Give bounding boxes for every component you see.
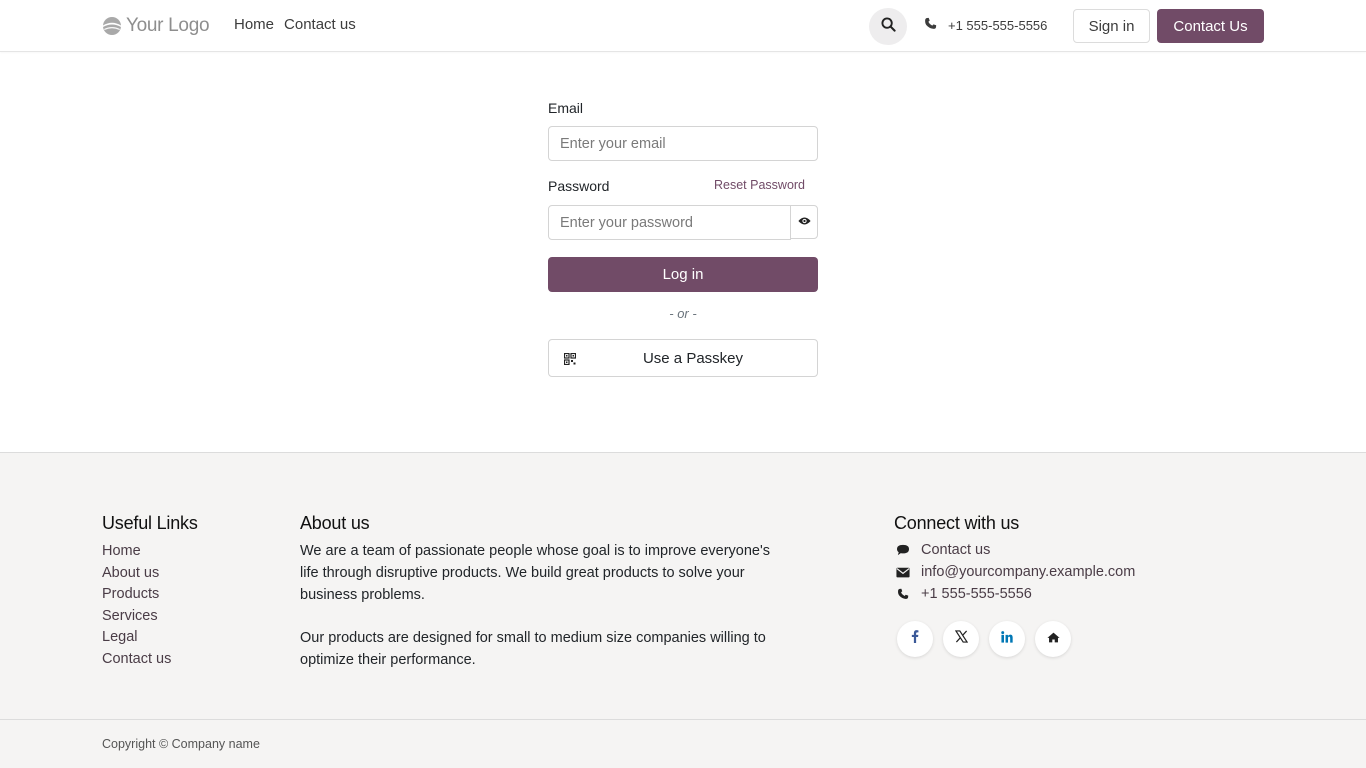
email-field[interactable]	[548, 126, 818, 161]
footer-link-contact-us[interactable]: Contact us	[102, 650, 171, 669]
logo-icon	[102, 16, 122, 36]
connect-title: Connect with us	[894, 513, 1020, 533]
logo-text: Your Logo	[126, 15, 210, 36]
useful-links-list: Home About us Products Services Legal Co…	[102, 542, 171, 668]
facebook-icon	[911, 630, 919, 648]
password-label: Password	[548, 178, 610, 194]
home-icon	[1046, 630, 1060, 648]
linkedin-icon	[1001, 630, 1013, 648]
connect-phone[interactable]: +1 555-555-5556	[896, 583, 1135, 605]
passkey-label: Use a Passkey	[642, 350, 744, 367]
eye-icon	[797, 213, 811, 231]
connect-phone-text: +1 555-555-5556	[921, 586, 1032, 602]
connect-list: Contact us info@yourcompany.example.com …	[896, 539, 1135, 605]
copyright-bar: Copyright © Company name	[0, 719, 1366, 768]
footer-link-legal[interactable]: Legal	[102, 628, 171, 647]
log-in-button[interactable]: Log in	[548, 257, 818, 292]
passkey-button[interactable]: Use a Passkey	[548, 339, 818, 377]
phone-icon	[924, 17, 937, 33]
show-password-button[interactable]	[790, 205, 818, 239]
email-label: Email	[548, 100, 584, 116]
logo[interactable]: Your Logo	[102, 13, 210, 39]
header-phone[interactable]: +1 555-555-5556	[924, 17, 1047, 33]
sign-in-button[interactable]: Sign in	[1073, 9, 1150, 43]
phone-icon	[896, 588, 910, 600]
x-twitter-button[interactable]	[943, 621, 979, 657]
connect-email-text: info@yourcompany.example.com	[921, 564, 1136, 580]
password-field[interactable]	[548, 205, 791, 240]
search-button[interactable]	[869, 8, 907, 45]
main-nav: Home Contact us	[234, 16, 356, 33]
about-us-text-2: Our products are designed for small to m…	[300, 630, 766, 668]
about-us-title: About us	[300, 513, 370, 533]
or-divider: - or -	[669, 306, 697, 321]
home-button[interactable]	[1035, 621, 1071, 657]
site-header: Your Logo Home Contact us +1 555-555-555…	[0, 0, 1366, 52]
reset-password-link[interactable]: Reset Password	[714, 178, 805, 192]
nav-item-home[interactable]: Home	[234, 16, 274, 33]
search-icon	[880, 16, 896, 37]
useful-links-title: Useful Links	[102, 513, 198, 533]
about-us-text-1: We are a team of passionate people whose…	[300, 543, 770, 603]
connect-email[interactable]: info@yourcompany.example.com	[896, 561, 1135, 583]
footer-link-services[interactable]: Services	[102, 607, 171, 626]
footer-link-about-us[interactable]: About us	[102, 564, 171, 583]
site-footer: Useful Links Home About us Products Serv…	[0, 452, 1366, 720]
connect-contact-us[interactable]: Contact us	[896, 539, 1135, 561]
envelope-icon	[896, 567, 910, 578]
facebook-button[interactable]	[897, 621, 933, 657]
nav-item-contact-us[interactable]: Contact us	[284, 16, 356, 33]
x-twitter-icon	[954, 630, 968, 648]
comment-icon	[896, 544, 910, 556]
contact-us-button[interactable]: Contact Us	[1157, 9, 1264, 43]
copyright-text: Copyright © Company name	[102, 737, 260, 751]
footer-link-products[interactable]: Products	[102, 585, 171, 604]
header-phone-number: +1 555-555-5556	[948, 17, 1048, 33]
connect-contact-us-text: Contact us	[921, 542, 991, 558]
footer-link-home[interactable]: Home	[102, 542, 171, 561]
linkedin-button[interactable]	[989, 621, 1025, 657]
